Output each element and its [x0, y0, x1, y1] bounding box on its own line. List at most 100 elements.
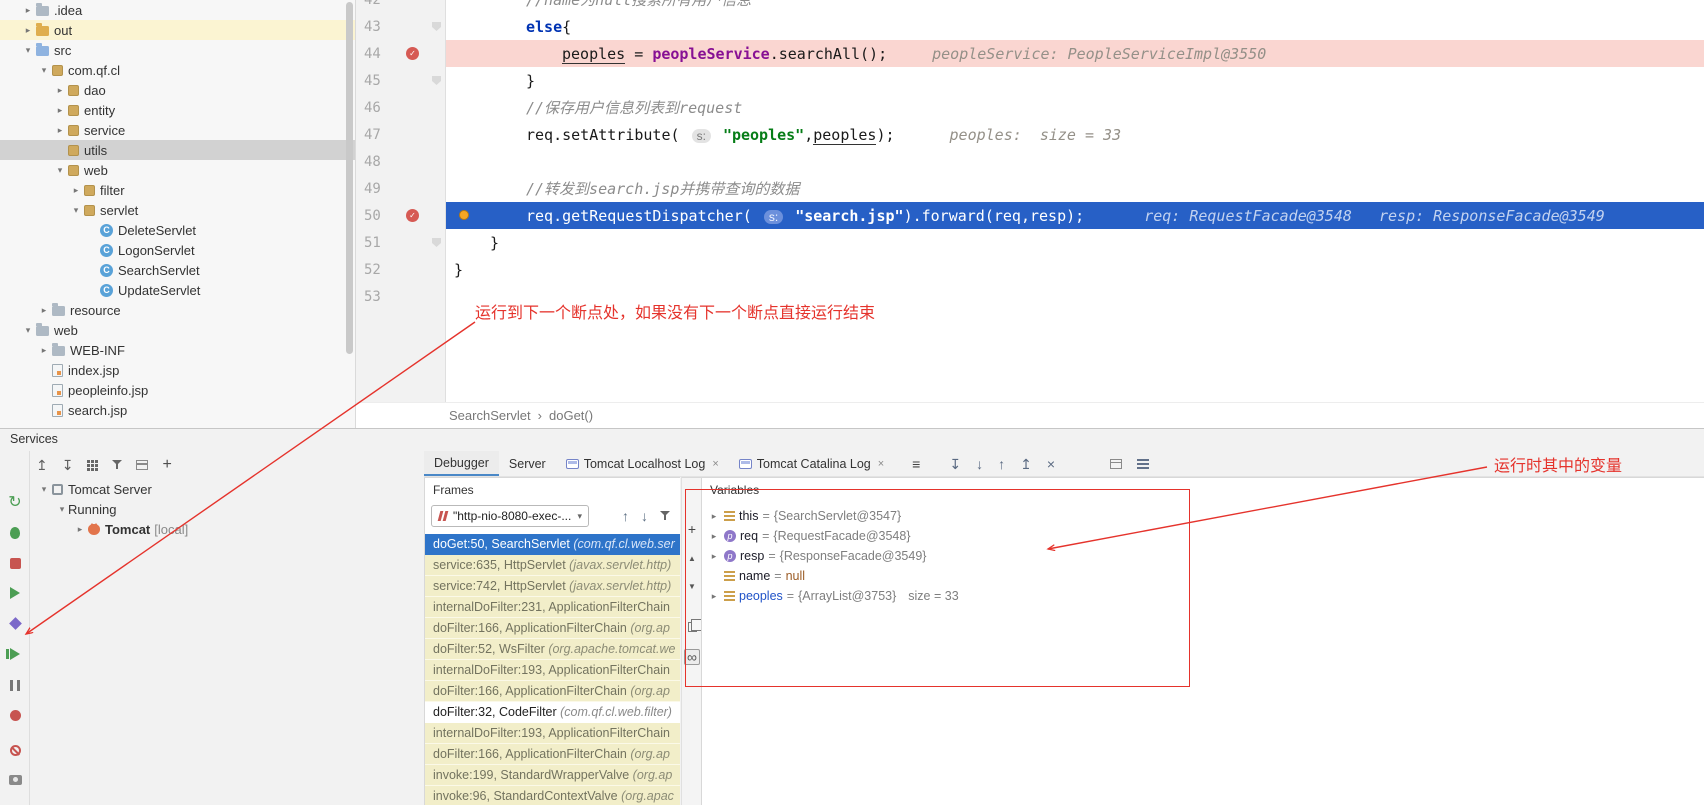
- tree-item-search-jsp[interactable]: search.jsp: [0, 400, 355, 420]
- frame-row[interactable]: service:742, HttpServlet (javax.servlet.…: [425, 576, 680, 597]
- move-up-button[interactable]: ▲: [682, 551, 702, 567]
- project-scrollbar[interactable]: [346, 2, 353, 422]
- show-watches-icon[interactable]: ∞: [684, 649, 700, 665]
- new-window-icon[interactable]: [1110, 458, 1122, 469]
- pause-button[interactable]: [0, 677, 30, 693]
- chevron-right-icon[interactable]: ▸: [54, 125, 66, 136]
- tree-item-utils[interactable]: utils: [0, 140, 355, 160]
- settings-sliders-icon[interactable]: [1137, 458, 1149, 469]
- show-watches-button[interactable]: ∞: [682, 649, 702, 665]
- move-down-button[interactable]: ▼: [682, 579, 702, 595]
- debug-button[interactable]: [0, 525, 30, 541]
- tree-item-searchservlet[interactable]: C SearchServlet: [0, 260, 355, 280]
- tree-item-index-jsp[interactable]: index.jsp: [0, 360, 355, 380]
- add-service-icon[interactable]: +: [162, 457, 171, 473]
- chevron-down-icon[interactable]: ▾: [22, 325, 34, 336]
- expand-all-icon[interactable]: ↧: [62, 458, 74, 472]
- arrow-down-icon[interactable]: ↓: [976, 457, 983, 471]
- tree-item-servlet[interactable]: ▾ servlet: [0, 200, 355, 220]
- tree-item-web[interactable]: ▾ web: [0, 320, 355, 340]
- code-line-48[interactable]: [446, 148, 1704, 175]
- frame-row[interactable]: doFilter:166, ApplicationFilterChain (or…: [425, 618, 680, 639]
- stop-process-button[interactable]: [0, 707, 30, 723]
- tree-item-com-qf-cl[interactable]: ▾ com.qf.cl: [0, 60, 355, 80]
- tree-item-src[interactable]: ▾ src: [0, 40, 355, 60]
- copy-button[interactable]: [682, 619, 702, 635]
- chevron-down-icon[interactable]: ▾: [38, 65, 50, 76]
- breadcrumb-class[interactable]: SearchServlet: [449, 408, 531, 423]
- filter-icon[interactable]: [112, 460, 123, 470]
- frame-row[interactable]: internalDoFilter:193, ApplicationFilterC…: [425, 660, 680, 681]
- frame-row[interactable]: internalDoFilter:193, ApplicationFilterC…: [425, 723, 680, 744]
- tab-tomcat-localhost-log[interactable]: Tomcat Localhost Log ×: [556, 451, 729, 476]
- tab-tomcat-catalina-log[interactable]: Tomcat Catalina Log ×: [729, 451, 894, 476]
- code-line-49[interactable]: //转发到search.jsp并携带查询的数据: [446, 175, 1704, 202]
- move-down-icon[interactable]: ▼: [688, 583, 696, 591]
- chevron-right-icon[interactable]: ▸: [70, 185, 82, 196]
- fold-marker-icon[interactable]: [432, 22, 441, 31]
- close-icon[interactable]: ×: [878, 458, 884, 470]
- tree-item-web[interactable]: ▾ web: [0, 160, 355, 180]
- chevron-down-icon[interactable]: ▾: [70, 205, 82, 216]
- chevron-right-icon[interactable]: ▸: [54, 85, 66, 96]
- screenshot-button[interactable]: [0, 772, 30, 788]
- breakpoint-icon[interactable]: ✓: [406, 209, 419, 222]
- tab-server[interactable]: Server: [499, 451, 556, 476]
- tree-item-filter[interactable]: ▸ filter: [0, 180, 355, 200]
- rerun-button-icon[interactable]: ↻: [8, 495, 21, 511]
- deploy-button-icon[interactable]: [8, 616, 22, 630]
- rerun-button[interactable]: ↻: [0, 495, 30, 511]
- chevron-right-icon[interactable]: ▸: [708, 591, 720, 602]
- chevron-right-icon[interactable]: ▸: [38, 345, 50, 356]
- services-tree-item-running[interactable]: ▾ Running: [30, 499, 424, 519]
- frame-row[interactable]: doFilter:166, ApplicationFilterChain (or…: [425, 681, 680, 702]
- tree-item--idea[interactable]: ▸ .idea: [0, 0, 355, 20]
- run-button-icon[interactable]: [10, 587, 20, 599]
- arrow-up-icon[interactable]: ↑: [998, 457, 1005, 471]
- pause-button-icon[interactable]: [10, 679, 20, 691]
- layout-menu-icon[interactable]: ≡: [912, 457, 920, 471]
- tree-item-entity[interactable]: ▸ entity: [0, 100, 355, 120]
- frame-row[interactable]: service:635, HttpServlet (javax.servlet.…: [425, 555, 680, 576]
- tree-item-dao[interactable]: ▸ dao: [0, 80, 355, 100]
- tab-debugger[interactable]: Debugger: [424, 451, 499, 476]
- tree-item-logonservlet[interactable]: C LogonServlet: [0, 240, 355, 260]
- thread-dropdown[interactable]: "http-nio-8080-exec-... ▾: [431, 505, 589, 527]
- chevron-down-icon[interactable]: ▾: [56, 504, 68, 515]
- close-icon[interactable]: ×: [712, 458, 718, 470]
- code-line-46[interactable]: //保存用户信息列表到request: [446, 94, 1704, 121]
- next-frame-icon[interactable]: ↓: [641, 509, 648, 523]
- arrow-to-top-icon[interactable]: ↥: [1020, 457, 1032, 471]
- frame-row[interactable]: doFilter:52, WsFilter (org.apache.tomcat…: [425, 639, 680, 660]
- stop-button-icon[interactable]: [9, 557, 21, 569]
- debug-button-icon[interactable]: [10, 527, 20, 539]
- resume-button[interactable]: [0, 646, 30, 662]
- variable-row-name[interactable]: name = null: [706, 566, 1704, 586]
- tree-item-service[interactable]: ▸ service: [0, 120, 355, 140]
- screenshot-button-icon[interactable]: [8, 775, 22, 785]
- code-line-50[interactable]: req.getRequestDispatcher( s: "search.jsp…: [446, 202, 1704, 229]
- resume-button-icon[interactable]: [6, 648, 20, 660]
- code-line-45[interactable]: }: [446, 67, 1704, 94]
- deploy-button[interactable]: [0, 615, 30, 631]
- frame-row[interactable]: doFilter:166, ApplicationFilterChain (or…: [425, 744, 680, 765]
- chevron-right-icon[interactable]: ▸: [22, 5, 34, 16]
- variable-row-resp[interactable]: ▸ p resp = {ResponseFacade@3549}: [706, 546, 1704, 566]
- tree-item-deleteservlet[interactable]: C DeleteServlet: [0, 220, 355, 240]
- scrollbar-thumb[interactable]: [346, 2, 353, 354]
- breadcrumb-method[interactable]: doGet(): [549, 408, 593, 423]
- frame-row[interactable]: doGet:50, SearchServlet (com.qf.cl.web.s…: [425, 534, 680, 555]
- services-tree-item-tomcat-server[interactable]: ▾ Tomcat Server: [30, 479, 424, 499]
- close-icon[interactable]: ×: [1047, 457, 1055, 471]
- code-line-52[interactable]: }: [446, 256, 1704, 283]
- chevron-right-icon[interactable]: ▸: [54, 105, 66, 116]
- chevron-down-icon[interactable]: ▾: [54, 165, 66, 176]
- tree-item-resource[interactable]: ▸ resource: [0, 300, 355, 320]
- frame-row[interactable]: doFilter:32, CodeFilter (com.qf.cl.web.f…: [425, 702, 680, 723]
- frame-row[interactable]: invoke:96, StandardContextValve (org.apa…: [425, 786, 680, 805]
- tree-item-out[interactable]: ▸ out: [0, 20, 355, 40]
- chevron-right-icon[interactable]: ▸: [708, 511, 720, 522]
- mute-breakpoints-button[interactable]: [0, 742, 30, 758]
- stop-process-button-icon[interactable]: [9, 709, 21, 721]
- add-watch-icon[interactable]: +: [688, 522, 696, 536]
